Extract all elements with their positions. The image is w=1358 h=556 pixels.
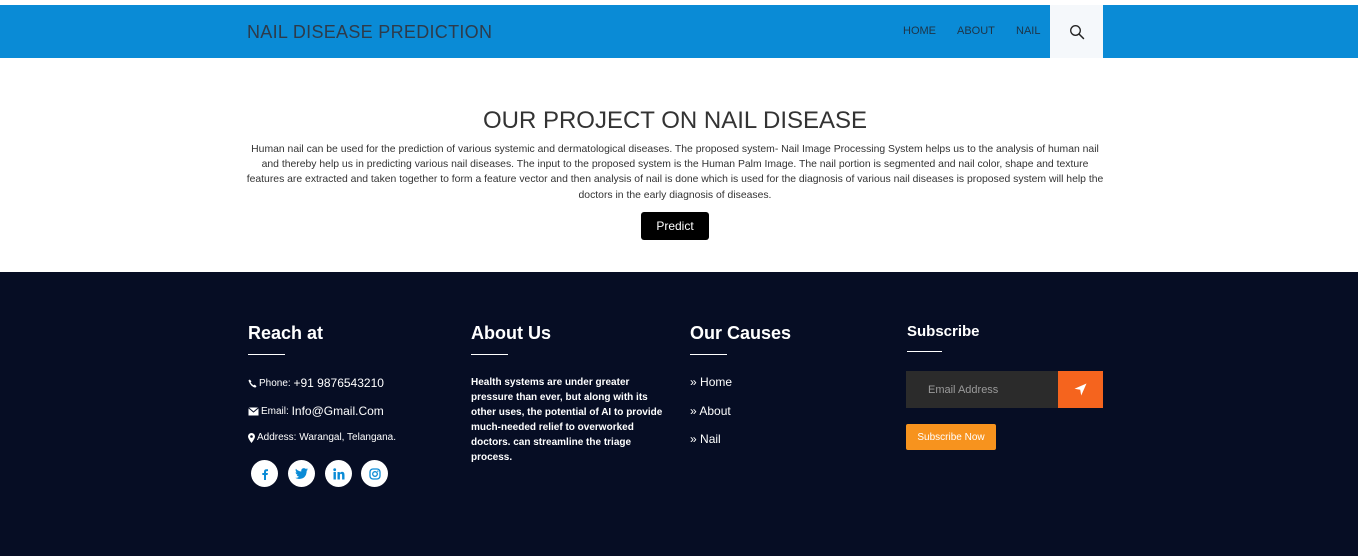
footer: Reach at Phone: +91 9876543210 Email: In…	[0, 272, 1358, 556]
subscribe-now-button[interactable]: Subscribe Now	[906, 424, 996, 450]
reach-heading: Reach at	[248, 323, 324, 343]
address-value: Warangal, Telangana.	[299, 432, 396, 443]
email-row: Email: Info@Gmail.Com	[248, 404, 384, 418]
cause-link-nail[interactable]: » Nail	[690, 432, 721, 446]
email-address-input[interactable]	[906, 371, 1058, 408]
nav-about[interactable]: ABOUT	[957, 25, 995, 37]
location-arrow-icon	[1074, 383, 1087, 396]
email-value: Info@Gmail.Com	[291, 404, 384, 418]
brand-title[interactable]: NAIL DISEASE PREDICTION	[247, 22, 492, 43]
linkedin-link[interactable]	[325, 460, 352, 487]
linkedin-icon	[332, 467, 344, 479]
cause-link-label: Nail	[700, 432, 721, 446]
phone-row: Phone: +91 9876543210	[248, 376, 384, 390]
facebook-icon	[261, 468, 268, 480]
phone-label: Phone:	[259, 377, 291, 389]
page-title: OUR PROJECT ON NAIL DISEASE	[482, 107, 868, 134]
envelope-icon	[248, 406, 259, 415]
cause-link-about[interactable]: » About	[690, 404, 731, 418]
instagram-link[interactable]	[361, 460, 388, 487]
send-button[interactable]	[1058, 371, 1103, 408]
causes-underline	[690, 354, 727, 355]
email-label: Email:	[261, 405, 289, 417]
subscribe-underline	[907, 351, 942, 352]
address-row: Address: Warangal, Telangana.	[248, 432, 396, 443]
chevron-right-icon: »	[690, 404, 697, 418]
cause-link-label: About	[699, 404, 731, 418]
about-text: Health systems are under greater pressur…	[471, 377, 663, 463]
about-underline	[471, 354, 508, 355]
reach-underline	[248, 354, 285, 355]
cause-link-home[interactable]: » Home	[690, 375, 732, 389]
project-description: Human nail can be used for the predictio…	[246, 144, 1104, 201]
instagram-icon	[368, 467, 381, 480]
nav-nail[interactable]: NAIL	[1016, 25, 1040, 37]
map-marker-icon	[248, 432, 255, 443]
search-button[interactable]	[1050, 5, 1103, 58]
phone-icon	[248, 378, 257, 388]
phone-value: +91 9876543210	[293, 376, 384, 390]
chevron-right-icon: »	[690, 432, 697, 446]
facebook-link[interactable]	[251, 460, 278, 487]
twitter-link[interactable]	[288, 460, 315, 487]
cause-link-label: Home	[700, 375, 733, 389]
twitter-icon	[295, 468, 308, 479]
chevron-right-icon: »	[690, 375, 697, 389]
navbar: NAIL DISEASE PREDICTION HOME ABOUT NAIL	[0, 5, 1358, 58]
causes-heading: Our Causes	[690, 323, 792, 343]
address-label: Address:	[257, 432, 297, 443]
subscribe-heading: Subscribe	[907, 323, 980, 340]
predict-button[interactable]: Predict	[641, 212, 709, 240]
about-heading: About Us	[471, 323, 551, 343]
project-section: OUR PROJECT ON NAIL DISEASE Human nail c…	[0, 58, 1358, 272]
search-icon	[1069, 24, 1084, 39]
nav-home[interactable]: HOME	[903, 25, 936, 37]
